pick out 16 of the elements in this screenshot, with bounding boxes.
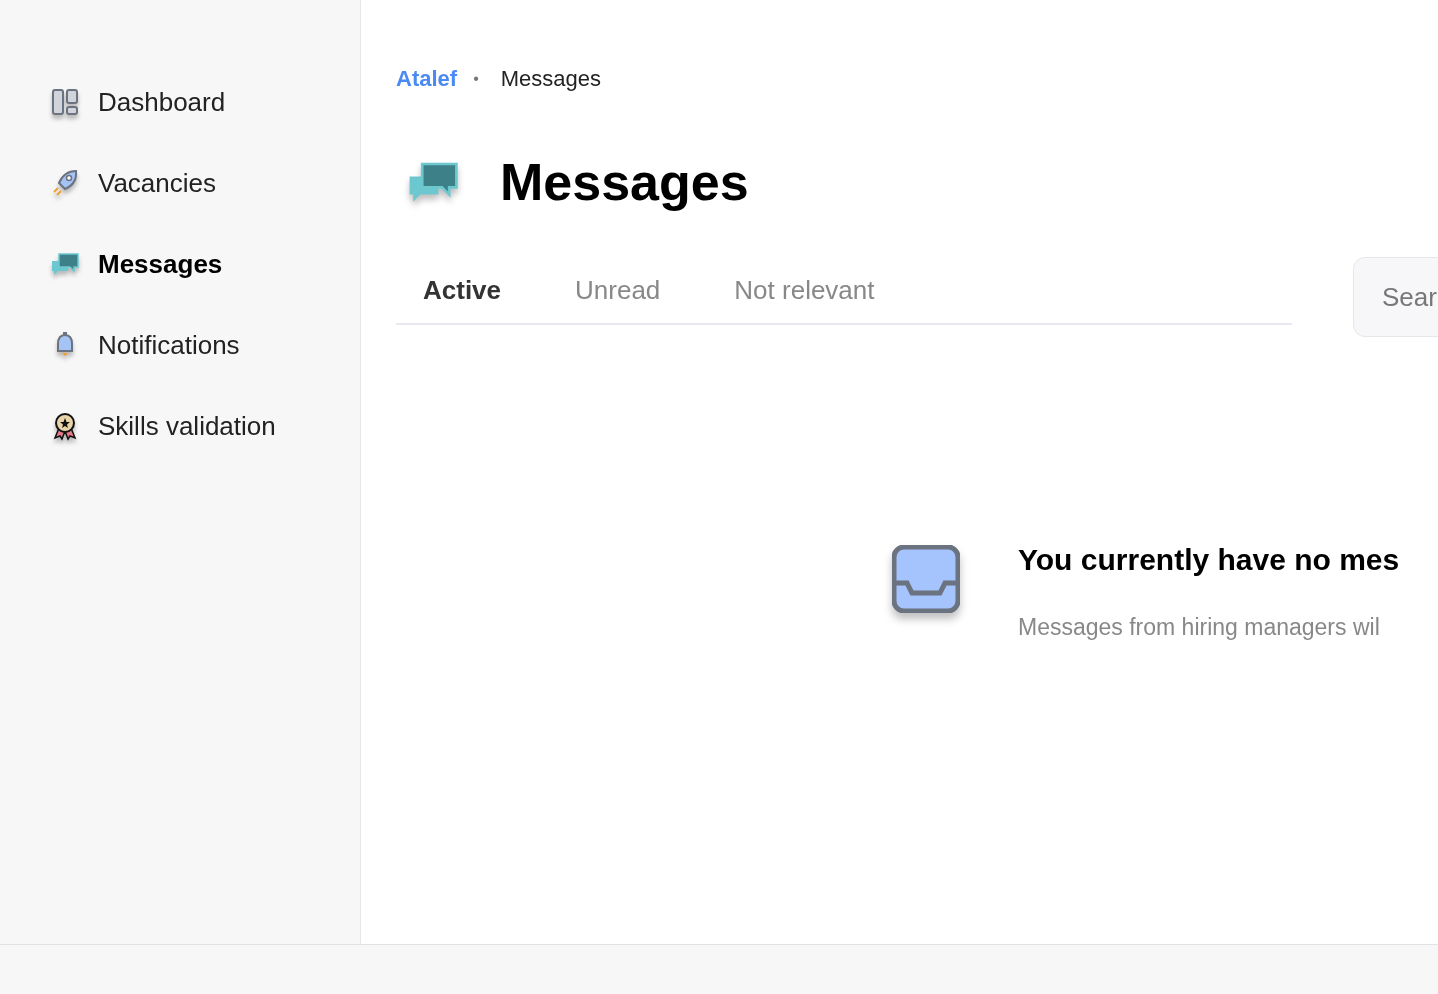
tab[interactable]: Active: [399, 264, 526, 316]
sidebar-item[interactable]: Vacancies: [50, 161, 360, 205]
tab[interactable]: Unread: [551, 264, 685, 316]
breadcrumb-current: Messages: [500, 65, 601, 93]
sidebar-item[interactable]: Skills validation: [50, 404, 360, 448]
dashboard-icon: [50, 87, 80, 117]
breadcrumb-separator: •: [473, 68, 479, 89]
sidebar-item[interactable]: Notifications: [50, 323, 360, 367]
tab[interactable]: Not relevant: [710, 264, 899, 316]
empty-state-title: You currently have no mes: [1018, 542, 1400, 578]
inbox-tray-icon: [892, 545, 960, 613]
sidebar-item[interactable]: Messages: [50, 242, 360, 286]
search-field[interactable]: Sear: [1353, 257, 1438, 337]
sidebar-item[interactable]: Dashboard: [50, 80, 360, 124]
empty-state-text: Messages from hiring managers wil: [1018, 613, 1381, 642]
page-title: Messages: [500, 152, 749, 213]
